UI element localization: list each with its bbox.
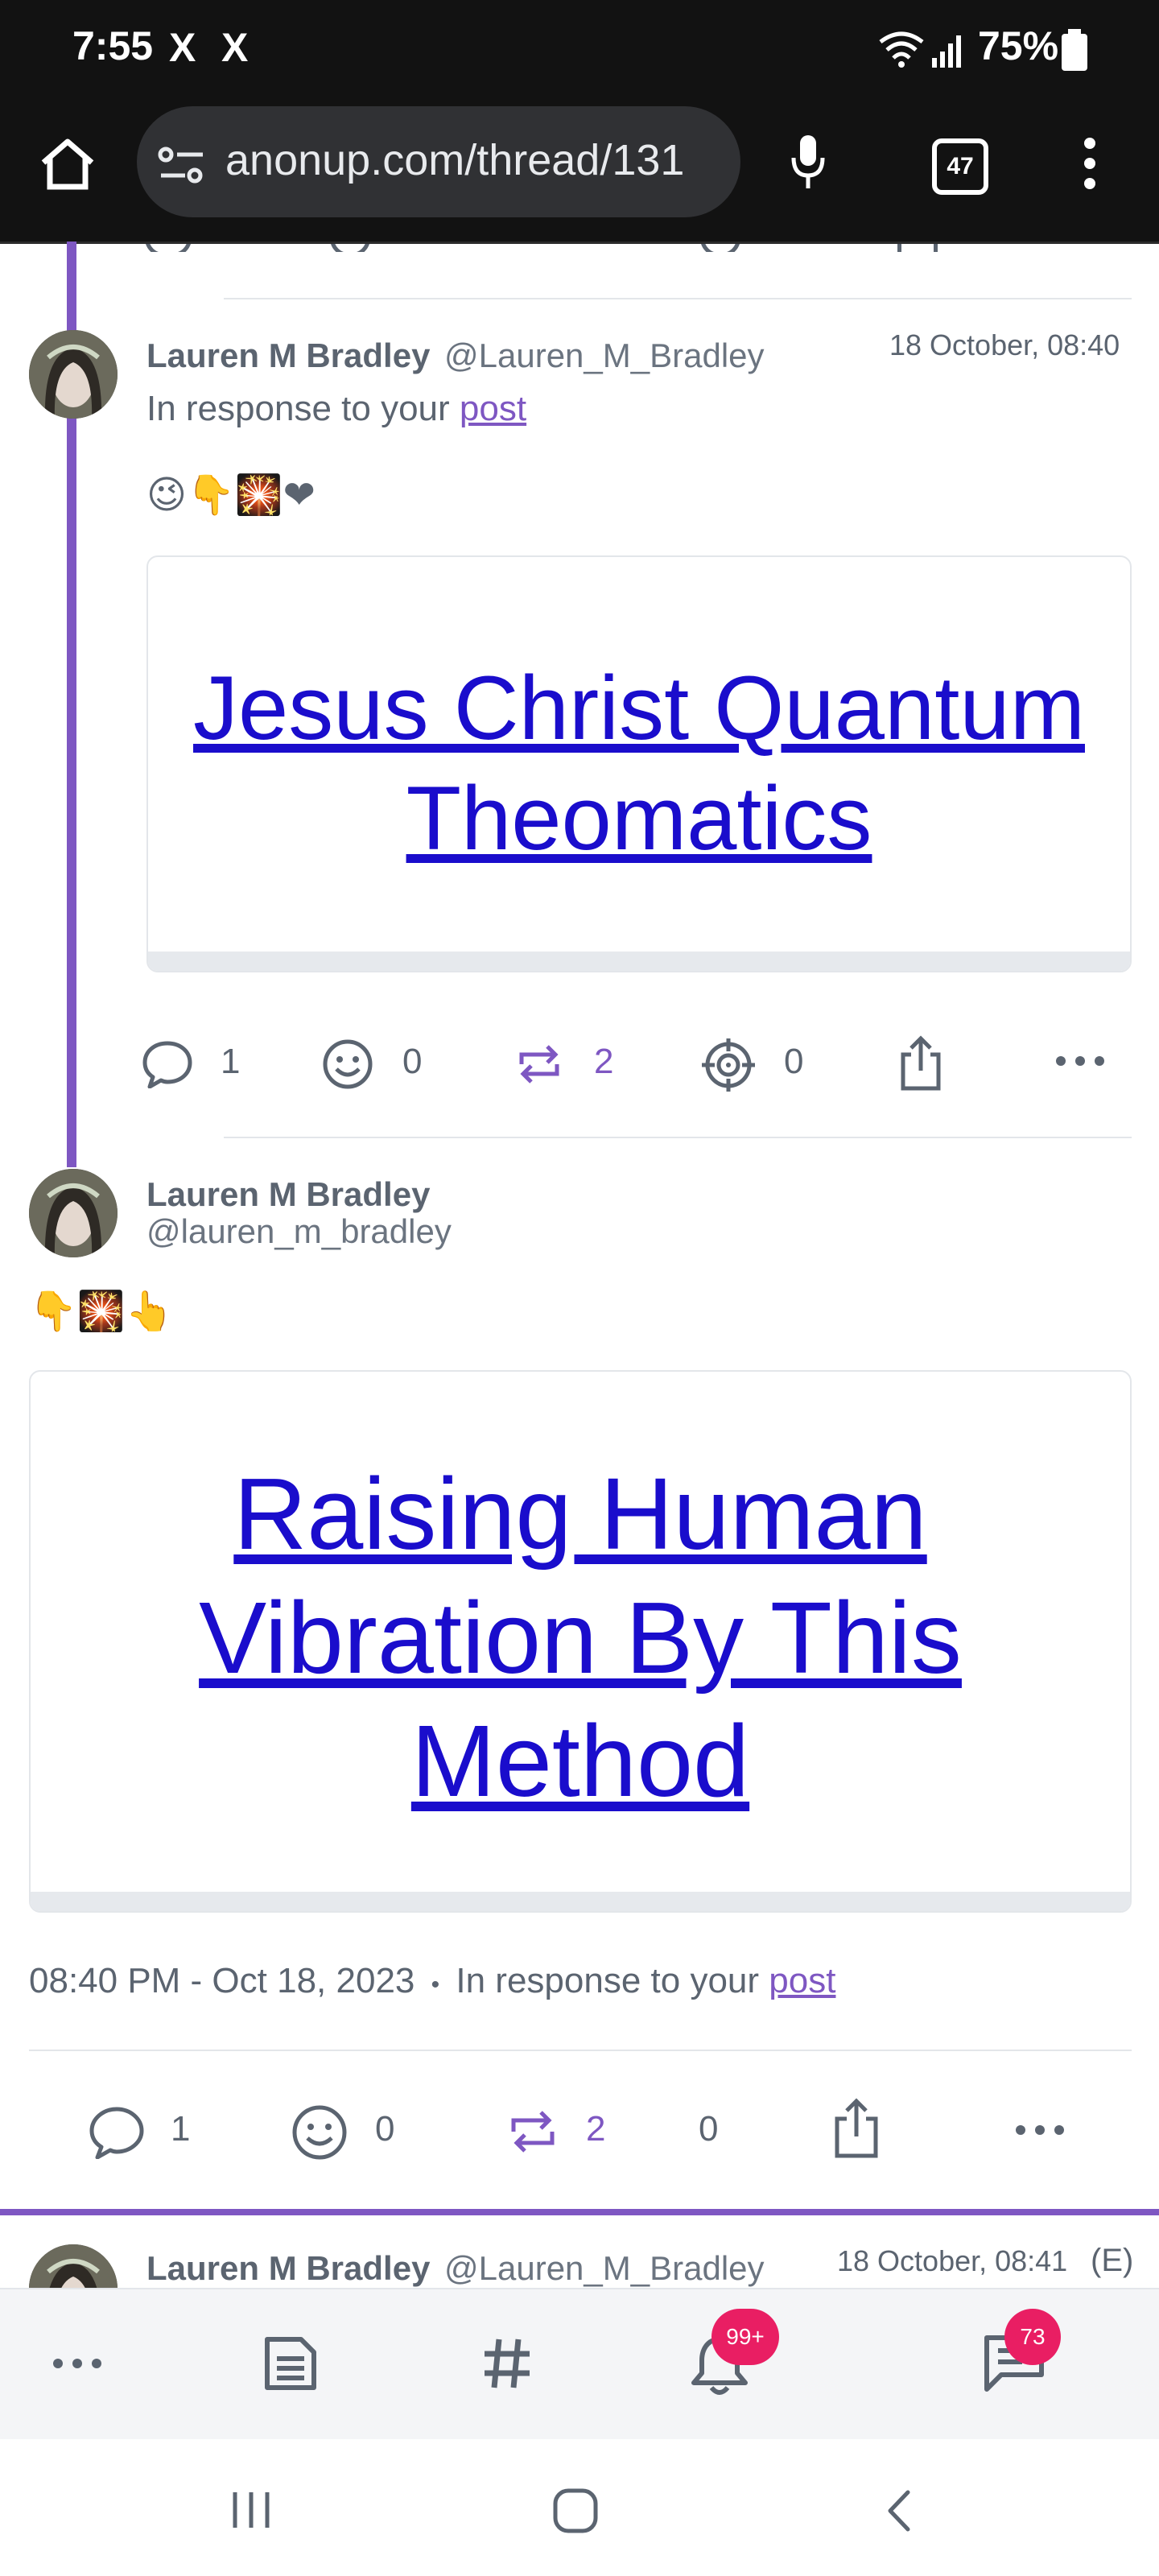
repost-count: 2 (594, 1042, 614, 1081)
post-handle[interactable]: @Lauren_M_Bradley (444, 336, 765, 375)
divider (224, 298, 1132, 299)
post-link[interactable]: post (769, 1961, 835, 2000)
bullet-separator: • (431, 1971, 440, 1998)
avatar[interactable] (29, 330, 118, 419)
card-footer (31, 1892, 1130, 1911)
post-timestamp: 08:40 PM - Oct 18, 2023 (29, 1961, 415, 2000)
card-footer (148, 952, 1130, 971)
target-count: 0 (784, 1042, 804, 1081)
comment-count: 1 (221, 1042, 241, 1081)
system-home-icon[interactable] (552, 2487, 599, 2534)
post-author[interactable]: Lauren M Bradley (146, 1175, 430, 1214)
repost-count: 2 (586, 2109, 606, 2149)
feed-document-icon[interactable] (262, 2334, 319, 2392)
repost-icon[interactable] (515, 1040, 563, 1088)
reaction-smiley-icon[interactable] (322, 1038, 373, 1090)
post-handle[interactable]: @Lauren_M_Bradley (444, 2249, 765, 2288)
messages-badge: 73 (1004, 2309, 1061, 2365)
back-icon[interactable] (884, 2487, 913, 2534)
more-menu-icon[interactable] (52, 2357, 103, 2370)
reaction-smiley-icon[interactable] (291, 2104, 348, 2161)
post-date: 18 October, 08:41 (837, 2244, 1068, 2277)
url-text[interactable]: anonup.com/thread/131 (225, 135, 684, 185)
notifications-badge: 99+ (711, 2309, 779, 2365)
status-time: 7:55 (72, 23, 154, 68)
post-author[interactable]: Lauren M Bradley (146, 336, 430, 375)
tab-switcher-button[interactable]: 47 (932, 138, 988, 195)
previous-post-actions-cutoff (129, 244, 1095, 252)
battery-icon (1062, 29, 1087, 71)
post-handle[interactable]: @lauren_m_bradley (146, 1212, 452, 1251)
link-preview-card[interactable]: Jesus Christ Quantum Theomatics (146, 555, 1132, 972)
reaction-count: 0 (402, 1042, 423, 1081)
recent-apps-icon[interactable] (230, 2489, 272, 2531)
divider (224, 1137, 1132, 1138)
comment-icon[interactable] (142, 1040, 193, 1088)
reaction-count: 0 (375, 2109, 395, 2149)
comment-icon[interactable] (89, 2106, 145, 2159)
thread-separator (0, 2209, 1159, 2215)
post-author[interactable]: Lauren M Bradley (146, 2249, 430, 2288)
status-bar: 7:55 X X 75% (0, 0, 1159, 105)
avatar[interactable] (29, 1169, 118, 1257)
response-prefix: In response to your (146, 389, 450, 428)
home-icon[interactable] (39, 137, 97, 192)
site-settings-icon[interactable] (158, 145, 206, 185)
repost-icon[interactable] (507, 2106, 559, 2157)
next-post-preview: Lauren M Bradley @Lauren_M_Bradley 18 Oc… (0, 2215, 1159, 2288)
more-options-icon[interactable] (1054, 1055, 1106, 1067)
divider (29, 2050, 1132, 2051)
avatar[interactable] (29, 2244, 118, 2288)
share-icon[interactable] (832, 2096, 881, 2159)
comment-count: 1 (171, 2109, 191, 2149)
target-count: 0 (699, 2109, 719, 2149)
share-icon[interactable] (898, 1034, 943, 1092)
microphone-icon[interactable] (790, 134, 826, 192)
response-prefix: In response to your (456, 1961, 760, 2000)
post-date: 18 October, 08:40 (889, 328, 1120, 361)
post-emojis: 😉👇🎇❤ (146, 474, 316, 517)
post-link[interactable]: post (460, 389, 526, 428)
target-icon[interactable] (700, 1037, 757, 1093)
link-preview-title[interactable]: Raising Human Vibration By This Method (31, 1452, 1130, 1823)
link-preview-card[interactable]: Raising Human Vibration By This Method (29, 1370, 1132, 1913)
wifi-signal-icon (879, 31, 961, 68)
more-options-icon[interactable] (1014, 2124, 1066, 2136)
battery-percent: 75% (978, 23, 1059, 68)
x-app-icon: X (169, 25, 196, 70)
link-preview-title[interactable]: Jesus Christ Quantum Theomatics (148, 654, 1130, 873)
response-line: In response to your post (146, 389, 526, 429)
hashtag-icon[interactable] (481, 2336, 533, 2391)
x-app-icon: X (221, 25, 249, 70)
browser-menu-icon[interactable] (1082, 137, 1098, 190)
post-emojis: 👇🎇👆 (29, 1290, 174, 1333)
post-meta-line: 08:40 PM - Oct 18, 2023 • In response to… (29, 1961, 835, 2001)
edited-indicator: (E) (1091, 2243, 1134, 2278)
